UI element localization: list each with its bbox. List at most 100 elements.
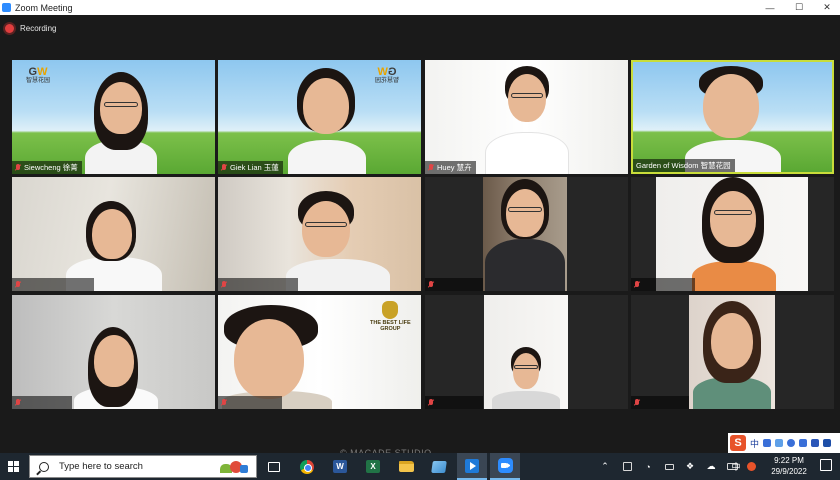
start-button[interactable] xyxy=(0,453,26,480)
participant-video xyxy=(633,62,832,172)
muted-mic-icon xyxy=(15,398,21,407)
notification-center-icon[interactable] xyxy=(820,459,832,471)
muted-mic-icon xyxy=(428,280,434,289)
participant-name-bar: Giek Lian 玉蓮 xyxy=(218,161,283,174)
participant-video xyxy=(689,295,775,409)
participant-video xyxy=(656,177,808,291)
participant-tile[interactable]: GW 智慧花园 Giek Lian 玉蓮 xyxy=(218,60,421,174)
participant-name-bar xyxy=(631,278,695,291)
recording-icon[interactable] xyxy=(5,23,14,33)
maximize-button[interactable]: ☐ xyxy=(786,0,812,15)
zoom-app[interactable] xyxy=(490,453,520,480)
participant-tile[interactable] xyxy=(218,177,421,291)
onedrive-icon[interactable]: ☁ xyxy=(704,453,718,480)
video-gallery: GW 智慧花园 Siewcheng 徐菁 GW 智慧花园 Giek Lian 玉… xyxy=(0,41,840,429)
chrome-icon xyxy=(300,459,314,474)
photos-app[interactable] xyxy=(424,453,454,480)
participant-name: Siewcheng 徐菁 xyxy=(24,163,78,172)
battery-icon[interactable] xyxy=(662,453,676,480)
participant-video xyxy=(484,295,568,409)
muted-mic-icon xyxy=(634,398,640,407)
sogou-tray-icon[interactable] xyxy=(744,453,758,480)
photos-icon xyxy=(431,460,447,473)
media-player-app[interactable] xyxy=(457,453,487,480)
participant-tile[interactable]: Huey 慧卉 xyxy=(425,60,628,174)
search-icon xyxy=(39,461,49,472)
keyboard-icon[interactable] xyxy=(799,439,808,447)
participant-name-bar xyxy=(425,278,483,291)
ime-mode[interactable]: 中 xyxy=(750,437,759,450)
participant-tile[interactable] xyxy=(12,295,215,409)
recording-bar: Recording xyxy=(0,15,840,41)
excel-app[interactable]: X xyxy=(358,453,388,480)
participant-tile[interactable]: GW 智慧花园 Siewcheng 徐菁 xyxy=(12,60,215,174)
window-title: Zoom Meeting xyxy=(15,2,73,13)
taskbar-clock[interactable]: 9:22 PM 29/9/2022 xyxy=(760,455,818,477)
participant-tile[interactable] xyxy=(425,177,628,291)
participant-tile[interactable]: THE BEST LIFE GROUP xyxy=(218,295,421,409)
close-button[interactable]: ✕ xyxy=(814,0,840,15)
muted-mic-icon xyxy=(428,398,434,407)
participant-video: GW 智慧花园 xyxy=(12,60,215,174)
participant-video xyxy=(483,177,567,291)
participant-name-bar xyxy=(631,396,689,409)
word-icon: W xyxy=(333,460,347,473)
zoom-app-icon xyxy=(2,3,11,12)
participant-name-bar xyxy=(218,396,282,409)
taskbar: W X ⌃ ◔ ❖ ☁ 中 9:22 PM 29/9/2022 xyxy=(0,453,840,480)
muted-mic-icon xyxy=(428,163,434,172)
participant-name-bar xyxy=(12,278,94,291)
participant-name: Garden of Wisdom 智慧花园 xyxy=(636,161,731,170)
participant-tile[interactable] xyxy=(631,295,834,409)
title-bar: Zoom Meeting xyxy=(0,0,840,15)
participant-name: Giek Lian 玉蓮 xyxy=(230,163,279,172)
participant-tile[interactable] xyxy=(12,177,215,291)
task-view-button[interactable] xyxy=(259,453,289,480)
participant-tile[interactable] xyxy=(425,295,628,409)
garden-of-wisdom-logo: GW 智慧花园 xyxy=(375,66,400,85)
chrome-app[interactable] xyxy=(292,453,322,480)
minimize-button[interactable]: — xyxy=(757,0,783,15)
participant-name-bar xyxy=(425,396,483,409)
clock-time: 9:22 PM xyxy=(774,456,804,465)
clock-date: 29/9/2022 xyxy=(771,467,807,476)
participant-video xyxy=(425,60,628,174)
participant-name-bar: Siewcheng 徐菁 xyxy=(12,161,82,174)
muted-mic-icon xyxy=(15,163,21,172)
participant-name-bar: Huey 慧卉 xyxy=(425,161,476,174)
file-explorer-app[interactable] xyxy=(391,453,421,480)
word-app[interactable]: W xyxy=(325,453,355,480)
muted-mic-icon xyxy=(221,280,227,289)
participant-video xyxy=(218,177,421,291)
participant-name-bar xyxy=(12,396,72,409)
search-highlight-icon[interactable] xyxy=(220,459,250,475)
punctuation-icon[interactable] xyxy=(763,439,772,447)
folder-icon xyxy=(398,461,414,472)
skin-icon[interactable] xyxy=(811,439,820,447)
participant-tile[interactable] xyxy=(631,177,834,291)
input-language-button[interactable]: 中 xyxy=(728,453,744,480)
toolbox-icon[interactable] xyxy=(823,439,832,447)
active-speaker-tile[interactable]: Garden of Wisdom 智慧花园 xyxy=(631,60,834,174)
dropbox-icon[interactable]: ❖ xyxy=(683,453,697,480)
participant-name: Huey 慧卉 xyxy=(437,163,472,172)
muted-mic-icon xyxy=(221,163,227,172)
emoji-icon[interactable] xyxy=(775,439,784,447)
muted-mic-icon xyxy=(221,398,227,407)
sogou-icon[interactable]: S xyxy=(730,435,746,451)
garden-of-wisdom-logo: GW 智慧花园 xyxy=(26,66,51,85)
windows-icon xyxy=(7,461,19,472)
microphone-icon[interactable] xyxy=(787,439,796,447)
recording-label: Recording xyxy=(20,23,57,33)
ime-toolbar[interactable]: S 中 xyxy=(728,433,840,453)
media-player-icon xyxy=(465,458,479,473)
tray-app-icon[interactable] xyxy=(620,453,634,480)
participant-name-bar xyxy=(218,278,298,291)
participant-video xyxy=(12,177,215,291)
wifi-icon[interactable]: ◔ xyxy=(641,453,655,480)
muted-mic-icon xyxy=(15,280,21,289)
search-input[interactable] xyxy=(59,461,209,472)
zoom-icon xyxy=(497,458,513,473)
show-hidden-icons-button[interactable]: ⌃ xyxy=(598,453,612,480)
taskbar-search[interactable] xyxy=(29,455,257,478)
